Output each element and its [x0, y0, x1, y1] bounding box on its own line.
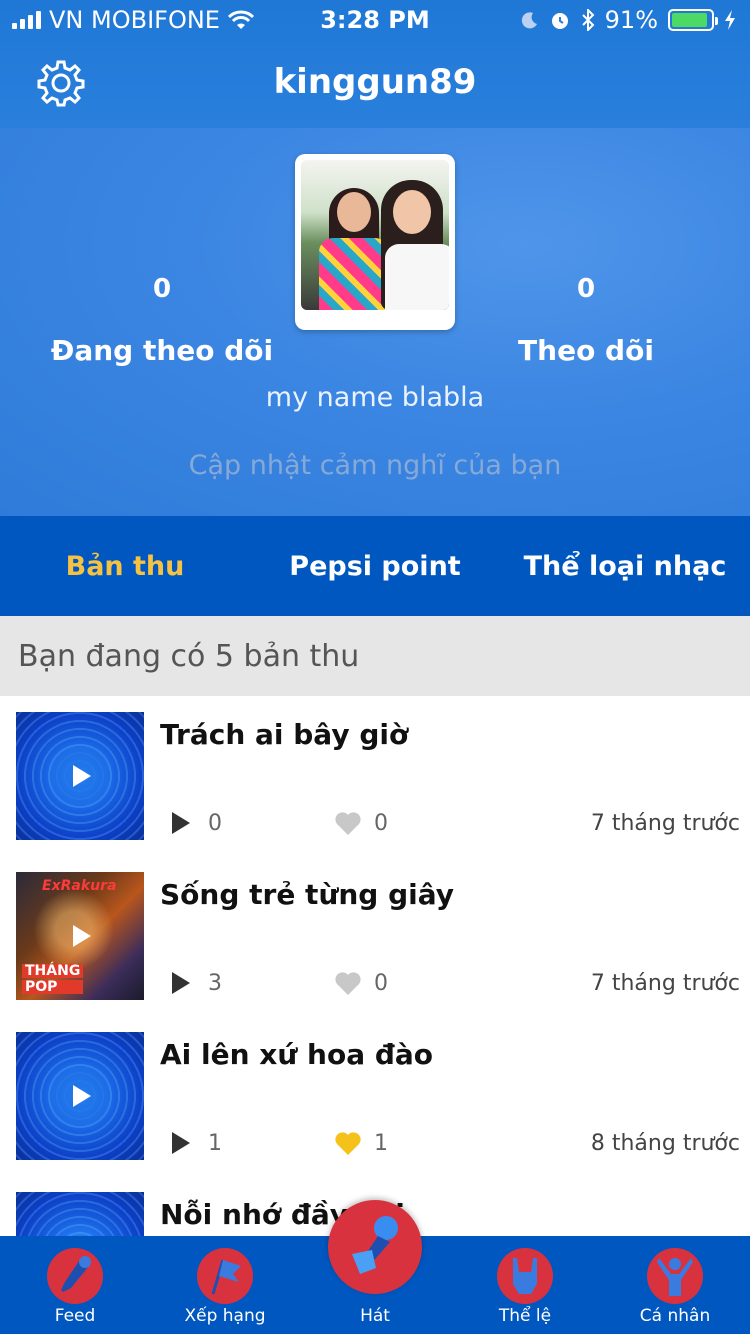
like-count: 0 — [374, 810, 388, 836]
play-count: 1 — [208, 1130, 222, 1156]
play-circle-icon[interactable] — [50, 1066, 110, 1126]
play-circle-icon[interactable] — [50, 906, 110, 966]
like-count: 0 — [374, 970, 388, 996]
status-right: 91% — [521, 6, 736, 34]
following-count: 0 — [152, 274, 172, 304]
records-list: Trách ai bây giờ 0 0 7 tháng trước ExRak… — [0, 696, 750, 1236]
display-name: my name blabla — [265, 382, 485, 413]
status-bar: VN MOBIFONE 3:28 PM 91% — [0, 0, 750, 40]
charging-icon — [725, 10, 735, 30]
bluetooth-icon — [581, 9, 595, 31]
status-update-field[interactable]: Cập nhật cảm nghĩ của bạn — [0, 450, 750, 481]
record-time-ago: 7 tháng trước — [590, 810, 740, 836]
record-thumbnail[interactable] — [16, 1032, 144, 1160]
page-title: kinggun89 — [273, 62, 477, 102]
heart-icon[interactable] — [334, 970, 362, 996]
record-thumbnail[interactable] — [16, 712, 144, 840]
followers-count: 0 — [576, 274, 596, 304]
microphone-icon — [47, 1248, 103, 1304]
tabbar-item-ca-nhan[interactable]: Cá nhân — [600, 1236, 750, 1334]
following-label: Đang theo dõi — [50, 334, 274, 367]
battery-icon — [668, 9, 718, 31]
record-meta: 0 0 7 tháng trước — [160, 808, 740, 838]
person-cheer-icon — [647, 1248, 703, 1304]
record-time-ago: 7 tháng trước — [590, 970, 740, 996]
play-circle-icon[interactable] — [50, 746, 110, 806]
followers-stat[interactable]: 0 Theo dõi — [436, 274, 736, 367]
moon-icon — [521, 12, 537, 29]
tab-ban-thu[interactable]: Bản thu — [0, 516, 250, 616]
avatar-photo — [301, 160, 449, 310]
flag-icon — [197, 1248, 253, 1304]
bottom-tab-bar: Feed Xếp hạng Hát Thể lệ Cá nhân — [0, 1200, 750, 1334]
list-item[interactable]: Trách ai bây giờ 0 0 7 tháng trước — [0, 696, 750, 856]
microphone-hand-icon — [328, 1200, 422, 1294]
record-title: Ai lên xứ hoa đào — [160, 1038, 434, 1071]
record-time-ago: 8 tháng trước — [590, 1130, 740, 1156]
play-icon — [172, 972, 190, 994]
battery-fill — [672, 13, 707, 27]
tabbar-item-feed[interactable]: Feed — [0, 1236, 150, 1334]
record-thumbnail[interactable]: ExRakura THÁNG POP — [16, 872, 144, 1000]
heart-icon[interactable] — [334, 810, 362, 836]
tabbar-item-xep-hang[interactable]: Xếp hạng — [150, 1236, 300, 1334]
tabbar-item-hat[interactable]: Hát — [300, 1200, 450, 1334]
profile-header: 0 Đang theo dõi 0 Theo dõi my name blabl… — [0, 128, 750, 516]
records-count-banner: Bạn đang có 5 bản thu — [0, 616, 750, 696]
like-count: 1 — [374, 1130, 388, 1156]
record-meta: 1 1 8 tháng trước — [160, 1128, 740, 1158]
alarm-icon — [551, 13, 568, 29]
battery-percent: 91% — [604, 6, 658, 34]
album-badge: THÁNG POP — [22, 962, 84, 994]
tabbar-label: Cá nhân — [639, 1306, 711, 1326]
list-item[interactable]: Ai lên xứ hoa đào 1 1 8 tháng trước — [0, 1016, 750, 1176]
following-stat[interactable]: 0 Đang theo dõi — [12, 274, 312, 367]
album-logo-text: ExRakura — [42, 878, 117, 894]
tabbar-label: Xếp hạng — [184, 1306, 266, 1326]
album-badge-line: POP — [22, 980, 84, 994]
play-count: 0 — [208, 810, 222, 836]
tab-the-loai-nhac[interactable]: Thể loại nhạc — [500, 516, 750, 616]
heart-icon[interactable] — [334, 1130, 362, 1156]
play-icon — [172, 1132, 190, 1154]
record-title: Trách ai bây giờ — [160, 718, 409, 751]
record-meta: 3 0 7 tháng trước — [160, 968, 740, 998]
rock-hand-icon — [497, 1248, 553, 1304]
album-badge-line: THÁNG — [22, 964, 84, 978]
followers-label: Theo dõi — [518, 334, 654, 367]
tabbar-label: Hát — [360, 1306, 390, 1326]
top-bar: VN MOBIFONE 3:28 PM 91% kinggun89 — [0, 0, 750, 128]
list-item[interactable]: ExRakura THÁNG POP Sống trẻ từng giây 3 … — [0, 856, 750, 1016]
play-count: 3 — [208, 970, 222, 996]
record-title: Sống trẻ từng giây — [160, 878, 455, 911]
tab-pepsi-point[interactable]: Pepsi point — [250, 516, 500, 616]
tabbar-item-the-le[interactable]: Thể lệ — [450, 1236, 600, 1334]
tabbar-label: Thể lệ — [498, 1306, 552, 1326]
tabbar-label: Feed — [54, 1306, 96, 1326]
record-thumbnail[interactable] — [16, 1192, 144, 1236]
play-icon — [172, 812, 190, 834]
profile-tabs: Bản thu Pepsi point Thể loại nhạc — [0, 516, 750, 616]
avatar[interactable] — [295, 154, 455, 330]
